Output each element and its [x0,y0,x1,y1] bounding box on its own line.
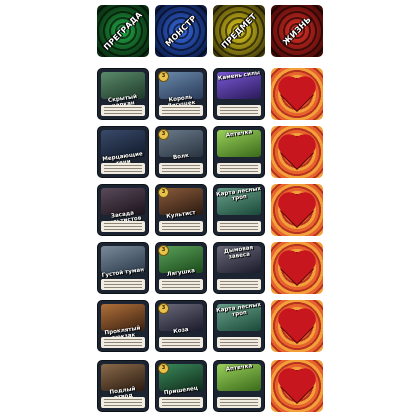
life-card [271,242,323,294]
card-description [217,279,261,290]
card-description [217,163,261,174]
monster-card: 3 Лягушка [155,242,207,294]
item-card: Аптечка [213,126,265,178]
card-description [101,163,145,174]
card-description [101,279,145,290]
heart-icon [281,137,313,169]
card-description [159,221,203,232]
heart-icon [281,371,313,403]
heart-icon [281,195,313,227]
item-card: Карта лесных троп [213,300,265,352]
obstacle-card: Подлый отвод [97,360,149,412]
card-back-life: ЖИЗНЬ [271,5,323,57]
obstacle-card: Мерцающие тени [97,126,149,178]
card-description [159,105,203,116]
card-description [101,105,145,116]
card-description [159,337,203,348]
strength-badge: 3 [158,71,169,82]
obstacle-card: Скрытый капкан [97,68,149,120]
card-back-monster: МОНСТР [155,5,207,57]
monster-card: 3 Волк [155,126,207,178]
card-description [159,279,203,290]
item-card: Карта лесных троп [213,184,265,236]
monster-card: 3 Пришелец [155,360,207,412]
card-description [217,105,261,116]
life-card [271,126,323,178]
item-card: Камень силы [213,68,265,120]
card-description [159,397,203,408]
item-card: Дымовая завеса [213,242,265,294]
obstacle-card: Засада культистов [97,184,149,236]
card-description [217,221,261,232]
monster-card: 3 Коза [155,300,207,352]
card-back-item: ПРЕДМЕТ [213,5,265,57]
card-description [217,337,261,348]
strength-badge: 3 [158,245,169,256]
strength-badge: 3 [158,363,169,374]
life-card [271,184,323,236]
card-description [101,221,145,232]
card-description [159,163,203,174]
life-card [271,300,323,352]
monster-card: 3 Король Лягушек [155,68,207,120]
life-card [271,360,323,412]
card-description [101,337,145,348]
life-card [271,68,323,120]
heart-icon [281,253,313,285]
heart-icon [281,311,313,343]
strength-badge: 3 [158,187,169,198]
card-description [101,397,145,408]
strength-badge: 3 [158,129,169,140]
strength-badge: 3 [158,303,169,314]
heart-icon [281,79,313,111]
obstacle-card: Проклятый рюкзак [97,300,149,352]
item-card: Аптечка [213,360,265,412]
card-description [217,397,261,408]
obstacle-card: Густой туман [97,242,149,294]
card-back-obstacle: ПРЕГРАДА [97,5,149,57]
monster-card: 3 Культист [155,184,207,236]
